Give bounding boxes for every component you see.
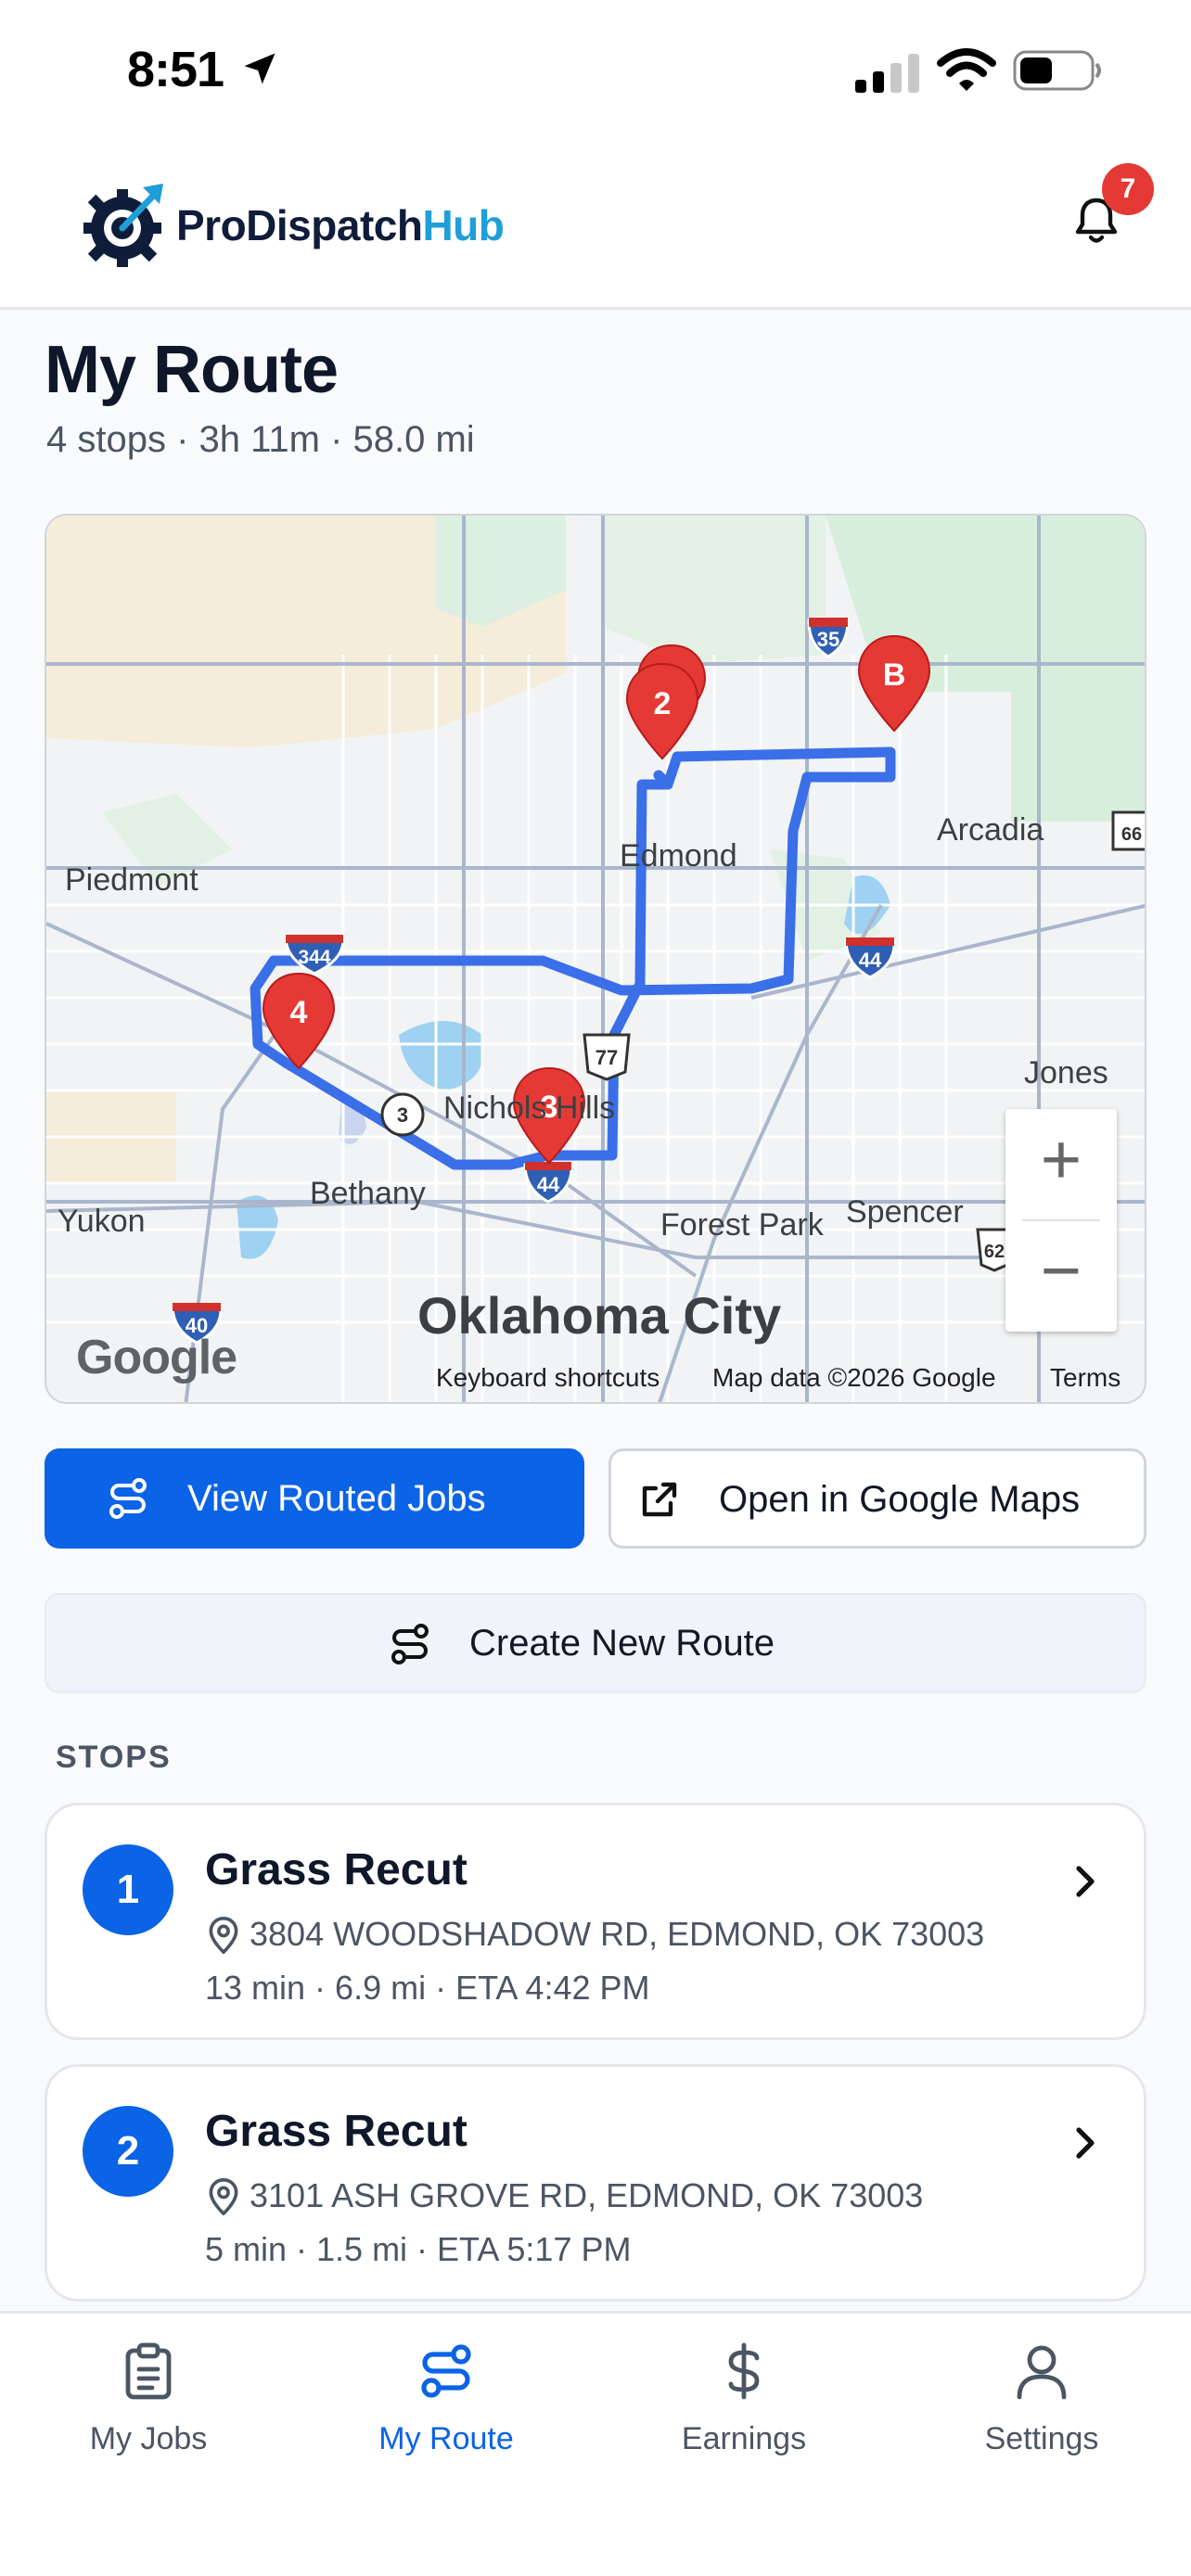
us-route-shield-77: 77 xyxy=(583,1033,631,1081)
stop-title: Grass Recut xyxy=(205,2107,467,2156)
wifi-icon xyxy=(937,48,996,91)
map-pin-icon xyxy=(209,1917,238,1954)
nav-earnings-label: Earnings xyxy=(681,2421,807,2456)
route-icon xyxy=(391,1624,429,1664)
route-summary: 4 stops · 3h 11m · 58.0 mi xyxy=(46,419,475,460)
nav-settings-label: Settings xyxy=(984,2421,1099,2456)
svg-text:4: 4 xyxy=(290,995,308,1030)
map-label-nichols-hills: Nichols Hills xyxy=(443,1090,616,1126)
dollar-icon xyxy=(728,2342,760,2400)
chevron-right-icon xyxy=(1076,1866,1095,1897)
map-label-edmond: Edmond xyxy=(620,838,737,874)
page-title: My Route xyxy=(45,333,339,407)
battery-icon xyxy=(1013,50,1101,91)
map-terms-link[interactable]: Terms xyxy=(1050,1363,1121,1393)
status-bar: 8:51 xyxy=(0,0,1191,139)
clipboard-icon xyxy=(125,2342,172,2400)
map-label-bethany: Bethany xyxy=(310,1176,426,1211)
status-time: 8:51 xyxy=(127,42,224,97)
map-label-yukon: Yukon xyxy=(58,1204,146,1239)
svg-text:77: 77 xyxy=(596,1046,618,1069)
svg-text:3: 3 xyxy=(397,1103,408,1127)
user-icon xyxy=(1017,2345,1067,2400)
stop-card[interactable]: 1 Grass Recut 3804 WOODSHADOW RD, EDMOND… xyxy=(45,1803,1146,2040)
cellular-signal-icon xyxy=(855,54,919,93)
open-google-maps-label: Open in Google Maps xyxy=(719,1479,1081,1520)
svg-text:344: 344 xyxy=(298,947,330,968)
svg-text:2: 2 xyxy=(654,686,672,721)
stop-card[interactable]: 2 Grass Recut 3101 ASH GROVE RD, EDMOND,… xyxy=(45,2064,1146,2302)
svg-text:B: B xyxy=(883,657,906,693)
map-label-spencer: Spencer xyxy=(846,1194,964,1230)
nav-my-jobs-label: My Jobs xyxy=(89,2421,208,2456)
notification-badge[interactable]: 7 xyxy=(1102,163,1154,215)
brand-logo-icon xyxy=(83,184,163,267)
map-canvas[interactable]: 35 344 44 44 40 77 3 62 66 2 B 4 3 xyxy=(46,516,1146,1404)
stop-address: 3101 ASH GROVE RD, EDMOND, OK 73003 xyxy=(250,2176,924,2214)
map-pin-icon xyxy=(209,2178,238,2215)
nav-my-route-label: My Route xyxy=(378,2421,514,2456)
view-routed-jobs-label: View Routed Jobs xyxy=(187,1478,486,1519)
map-label-jones: Jones xyxy=(1024,1055,1108,1090)
svg-text:44: 44 xyxy=(859,949,882,972)
google-logo[interactable]: Google xyxy=(76,1330,237,1385)
route-icon xyxy=(109,1478,147,1519)
create-new-route-label: Create New Route xyxy=(469,1623,775,1664)
stop-meta: 5 min · 1.5 mi · ETA 5:17 PM xyxy=(205,2230,632,2268)
location-arrow-icon xyxy=(244,53,275,84)
map-label-forest-park: Forest Park xyxy=(660,1207,824,1243)
map-label-arcadia: Arcadia xyxy=(937,812,1044,848)
map-zoom-controls: + − xyxy=(1005,1109,1117,1332)
svg-text:62: 62 xyxy=(984,1242,1005,1262)
nav-earnings[interactable]: Earnings xyxy=(633,2341,855,2480)
stops-heading: STOPS xyxy=(56,1740,172,1775)
nav-my-jobs[interactable]: My Jobs xyxy=(37,2341,260,2480)
stop-number: 1 xyxy=(83,1844,173,1935)
zoom-out-button[interactable]: − xyxy=(1005,1220,1117,1332)
chevron-right-icon xyxy=(1076,2127,1095,2159)
bottom-navigation: My Jobs My Route Earnings Settings xyxy=(0,2311,1191,2576)
svg-text:66: 66 xyxy=(1121,824,1142,845)
external-link-icon xyxy=(642,1482,677,1517)
stop-title: Grass Recut xyxy=(205,1845,467,1894)
stop-number: 2 xyxy=(83,2106,173,2197)
svg-text:35: 35 xyxy=(817,628,839,651)
brand-name: ProDispatchHub xyxy=(176,201,505,249)
map-label-city: Oklahoma City xyxy=(417,1286,782,1345)
stop-address: 3804 WOODSHADOW RD, EDMOND, OK 73003 xyxy=(250,1915,985,1953)
keyboard-shortcuts-link[interactable]: Keyboard shortcuts xyxy=(436,1363,660,1393)
create-new-route-button[interactable]: Create New Route xyxy=(45,1593,1146,1693)
us-route-shield-66: 66 xyxy=(1111,810,1145,851)
map-data-attribution[interactable]: Map data ©2026 Google xyxy=(712,1363,996,1393)
stop-meta: 13 min · 6.9 mi · ETA 4:42 PM xyxy=(205,1969,650,2007)
map-label-piedmont: Piedmont xyxy=(65,862,198,898)
view-routed-jobs-button[interactable]: View Routed Jobs xyxy=(45,1448,584,1549)
app-header: ProDispatchHub xyxy=(0,139,1191,310)
route-map[interactable]: 35 344 44 44 40 77 3 62 66 2 B 4 3 Piedm… xyxy=(45,514,1146,1404)
nav-settings[interactable]: Settings xyxy=(930,2341,1153,2480)
route-icon xyxy=(421,2344,471,2398)
zoom-in-button[interactable]: + xyxy=(1005,1109,1117,1220)
state-route-shield-3: 3 xyxy=(380,1092,425,1137)
nav-my-route[interactable]: My Route xyxy=(335,2341,557,2480)
open-google-maps-button[interactable]: Open in Google Maps xyxy=(608,1448,1146,1549)
svg-text:44: 44 xyxy=(537,1173,560,1196)
